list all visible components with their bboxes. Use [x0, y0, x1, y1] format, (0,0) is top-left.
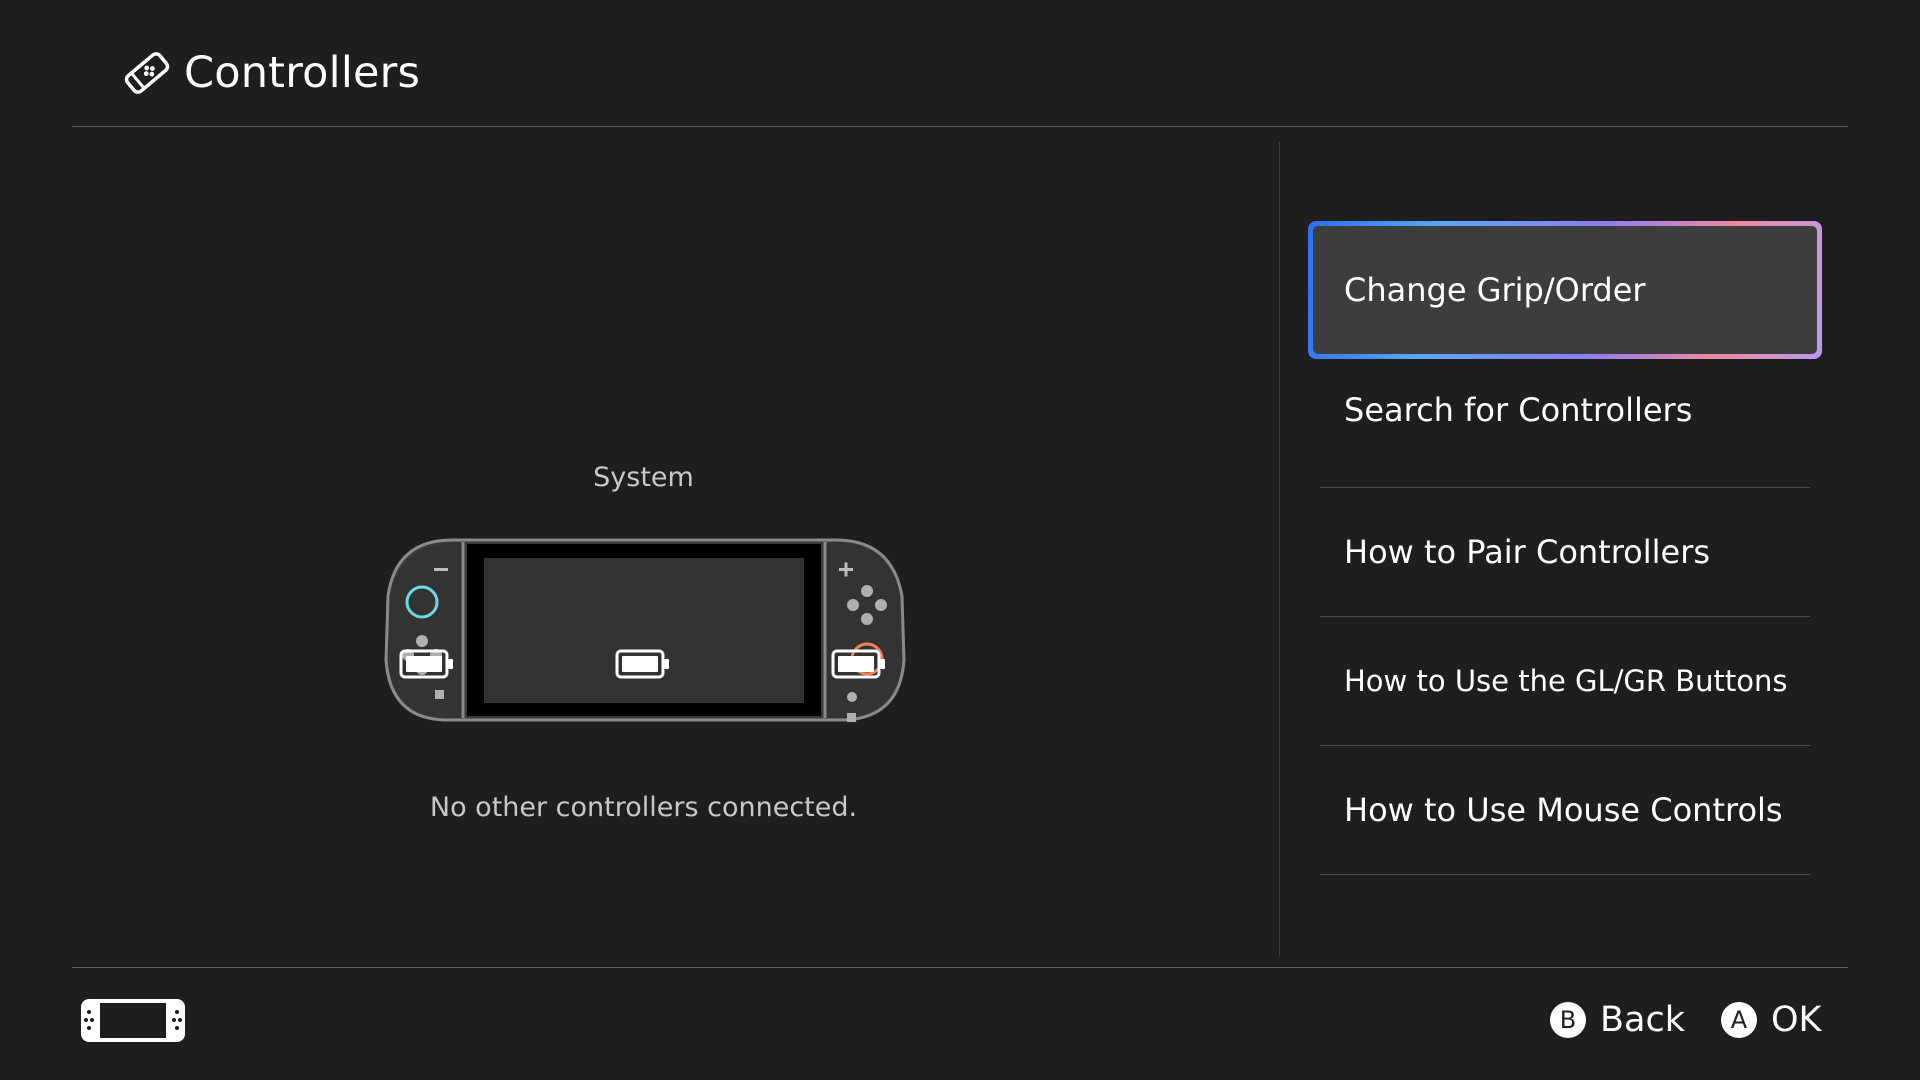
menu-item-label: Search for Controllers	[1344, 391, 1693, 429]
menu-item-how-to-pair[interactable]: How to Pair Controllers	[1308, 488, 1822, 617]
menu-item-label: How to Use Mouse Controls	[1344, 791, 1783, 829]
menu-item-gl-gr-buttons[interactable]: How to Use the GL/GR Buttons	[1308, 617, 1822, 746]
header: Controllers	[0, 0, 1920, 127]
battery-icon-console	[615, 649, 669, 679]
battery-icon-left	[399, 649, 453, 679]
system-panel: System No other controllers connected.	[72, 140, 1204, 960]
header-divider	[72, 126, 1848, 127]
handheld-console-illustration	[384, 538, 906, 722]
page-title: Controllers	[184, 48, 421, 98]
handheld-mode-icon	[81, 999, 185, 1042]
b-button-icon: B	[1550, 1002, 1586, 1038]
footer-divider	[72, 967, 1848, 968]
controllers-screen: Controllers System No other controllers …	[0, 0, 1920, 1080]
menu-item-search-for-controllers[interactable]: Search for Controllers	[1308, 359, 1822, 488]
battery-icon-right	[831, 649, 885, 679]
menu-item-label: How to Use the GL/GR Buttons	[1344, 664, 1788, 698]
panel-divider	[1279, 142, 1280, 956]
no-controllers-message: No other controllers connected.	[429, 792, 858, 823]
menu-item-label: How to Pair Controllers	[1344, 533, 1711, 571]
menu-item-mouse-controls[interactable]: How to Use Mouse Controls	[1308, 746, 1822, 875]
controllers-menu: Change Grip/Order Search for Controllers…	[1308, 221, 1822, 875]
ok-button[interactable]: A OK	[1721, 1000, 1822, 1040]
back-label: Back	[1600, 1000, 1685, 1040]
menu-item-label: Change Grip/Order	[1344, 271, 1646, 309]
back-button[interactable]: B Back	[1550, 1000, 1685, 1040]
menu-item-change-grip-order[interactable]: Change Grip/Order	[1308, 221, 1822, 359]
ok-label: OK	[1771, 1000, 1822, 1040]
a-button-icon: A	[1721, 1002, 1757, 1038]
controller-icon	[124, 52, 170, 94]
menu-separator	[1320, 874, 1810, 875]
